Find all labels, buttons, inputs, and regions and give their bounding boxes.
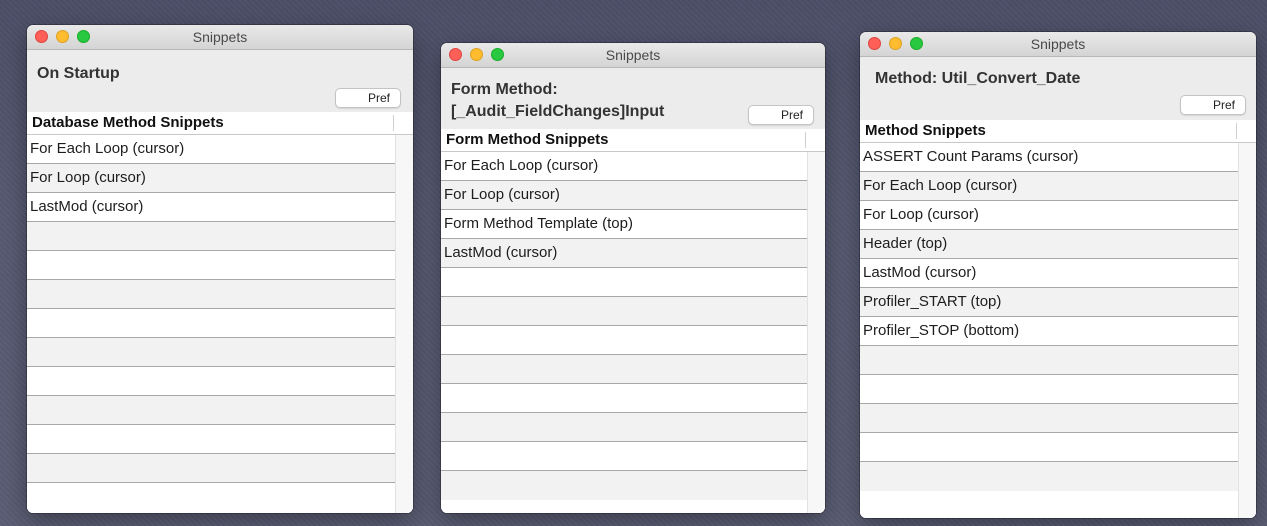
- empty-row: [441, 384, 807, 413]
- list-item[interactable]: ASSERT Count Params (cursor): [860, 143, 1238, 172]
- column-header[interactable]: Form Method Snippets: [441, 129, 825, 152]
- context-heading: Method: Util_Convert_Date: [875, 70, 1081, 87]
- empty-row: [441, 413, 807, 442]
- list-item[interactable]: LastMod (cursor): [27, 193, 395, 222]
- context-heading-line1: Form Method:: [451, 81, 558, 98]
- snippets-table: Form Method Snippets For Each Loop (curs…: [441, 129, 825, 513]
- column-header-label: Database Method Snippets: [32, 114, 224, 131]
- empty-row: [27, 454, 395, 483]
- vertical-scrollbar[interactable]: [1238, 143, 1256, 518]
- empty-row: [27, 338, 395, 367]
- list-item[interactable]: Form Method Template (top): [441, 210, 807, 239]
- list-item[interactable]: For Loop (cursor): [860, 201, 1238, 230]
- list-item[interactable]: For Each Loop (cursor): [27, 135, 395, 164]
- list-item[interactable]: LastMod (cursor): [441, 239, 807, 268]
- empty-row: [441, 471, 807, 500]
- list-item[interactable]: Header (top): [860, 230, 1238, 259]
- empty-row: [27, 483, 395, 512]
- empty-row: [27, 396, 395, 425]
- list-item[interactable]: For Loop (cursor): [441, 181, 807, 210]
- empty-row: [860, 462, 1238, 491]
- list-item[interactable]: LastMod (cursor): [860, 259, 1238, 288]
- column-header-label: Form Method Snippets: [446, 131, 609, 148]
- empty-row: [441, 297, 807, 326]
- window-title: Snippets: [1030, 36, 1086, 52]
- empty-row: [860, 404, 1238, 433]
- context-heading-line2: [_Audit_FieldChanges]Input: [451, 103, 665, 120]
- snippets-window-on-startup: Snippets On Startup Pref Database Method…: [27, 25, 413, 513]
- empty-row: [441, 355, 807, 384]
- empty-row: [27, 367, 395, 396]
- vertical-scrollbar[interactable]: [395, 135, 413, 513]
- pref-button[interactable]: Pref: [335, 88, 401, 108]
- empty-row: [860, 346, 1238, 375]
- empty-row: [860, 433, 1238, 462]
- snippets-window-method: Snippets Method: Util_Convert_Date Pref …: [860, 32, 1256, 518]
- list-item[interactable]: For Loop (cursor): [27, 164, 395, 193]
- column-header[interactable]: Method Snippets: [860, 120, 1256, 143]
- context-heading: On Startup: [37, 65, 120, 82]
- snippets-table: Database Method Snippets For Each Loop (…: [27, 112, 413, 513]
- list-item[interactable]: For Each Loop (cursor): [441, 152, 807, 181]
- window-title: Snippets: [192, 29, 248, 45]
- list-item[interactable]: Profiler_START (top): [860, 288, 1238, 317]
- snippets-table: Method Snippets ASSERT Count Params (cur…: [860, 120, 1256, 518]
- snippets-window-form-method: Snippets Form Method: [_Audit_FieldChang…: [441, 43, 825, 513]
- column-header[interactable]: Database Method Snippets: [27, 112, 413, 135]
- empty-row: [441, 442, 807, 471]
- empty-row: [27, 280, 395, 309]
- empty-row: [27, 251, 395, 280]
- list-item[interactable]: For Each Loop (cursor): [860, 172, 1238, 201]
- pref-button[interactable]: Pref: [1180, 95, 1246, 115]
- pref-button[interactable]: Pref: [748, 105, 814, 125]
- list-item[interactable]: Profiler_STOP (bottom): [860, 317, 1238, 346]
- vertical-scrollbar[interactable]: [807, 152, 825, 513]
- empty-row: [27, 222, 395, 251]
- window-titlebar[interactable]: Snippets: [441, 43, 825, 68]
- empty-row: [27, 309, 395, 338]
- empty-row: [27, 425, 395, 454]
- window-titlebar[interactable]: Snippets: [860, 32, 1256, 57]
- window-title: Snippets: [605, 47, 661, 63]
- column-header-label: Method Snippets: [865, 122, 986, 139]
- empty-row: [441, 268, 807, 297]
- empty-row: [860, 375, 1238, 404]
- window-titlebar[interactable]: Snippets: [27, 25, 413, 50]
- empty-row: [441, 326, 807, 355]
